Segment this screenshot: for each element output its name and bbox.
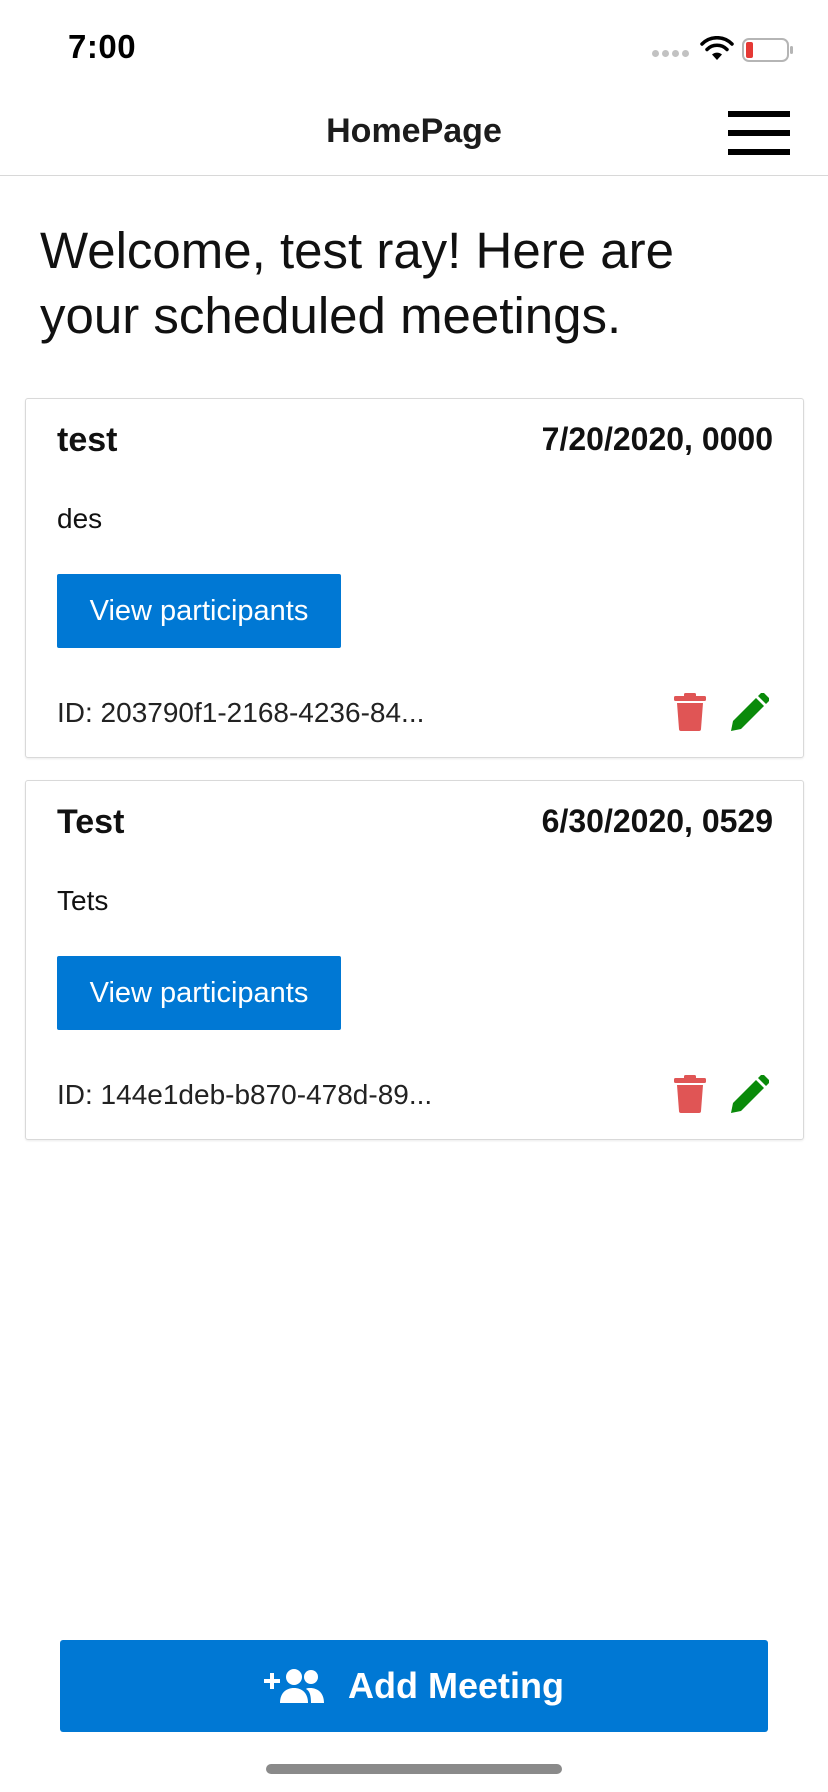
add-people-icon xyxy=(264,1669,324,1703)
meeting-id: ID: 144e1deb-b870-478d-89... xyxy=(57,1079,433,1110)
pencil-icon[interactable] xyxy=(729,1075,769,1115)
meeting-title: test xyxy=(57,421,118,459)
header: HomePage xyxy=(0,90,828,176)
meeting-title: Test xyxy=(57,803,125,841)
wifi-icon xyxy=(700,36,734,60)
hamburger-menu-icon[interactable] xyxy=(728,111,790,155)
meeting-description: Tets xyxy=(57,885,109,916)
meeting-id: ID: 203790f1-2168-4236-84... xyxy=(57,697,425,728)
meeting-date: 6/30/2020, 0529 xyxy=(541,803,773,839)
battery-icon xyxy=(742,38,793,62)
status-bar: 7:00 xyxy=(0,0,828,90)
meeting-description: des xyxy=(57,503,103,534)
add-meeting-label: Add Meeting xyxy=(348,1665,564,1706)
trash-icon[interactable] xyxy=(674,1075,706,1113)
cellular-signal-icon xyxy=(652,50,689,57)
status-time: 7:00 xyxy=(68,28,137,65)
view-participants-button[interactable]: View participants xyxy=(57,574,341,648)
add-meeting-button[interactable]: Add Meeting xyxy=(60,1640,768,1732)
meeting-card: test 7/20/2020, 0000 des View participan… xyxy=(25,398,804,758)
meeting-date: 7/20/2020, 0000 xyxy=(541,421,773,457)
welcome-message: Welcome, test ray! Here are your schedul… xyxy=(40,222,674,344)
home-indicator xyxy=(266,1764,562,1774)
trash-icon[interactable] xyxy=(674,693,706,731)
view-participants-button[interactable]: View participants xyxy=(57,956,341,1030)
meeting-card: Test 6/30/2020, 0529 Tets View participa… xyxy=(25,780,804,1140)
pencil-icon[interactable] xyxy=(729,693,769,733)
page-title: HomePage xyxy=(326,112,502,150)
